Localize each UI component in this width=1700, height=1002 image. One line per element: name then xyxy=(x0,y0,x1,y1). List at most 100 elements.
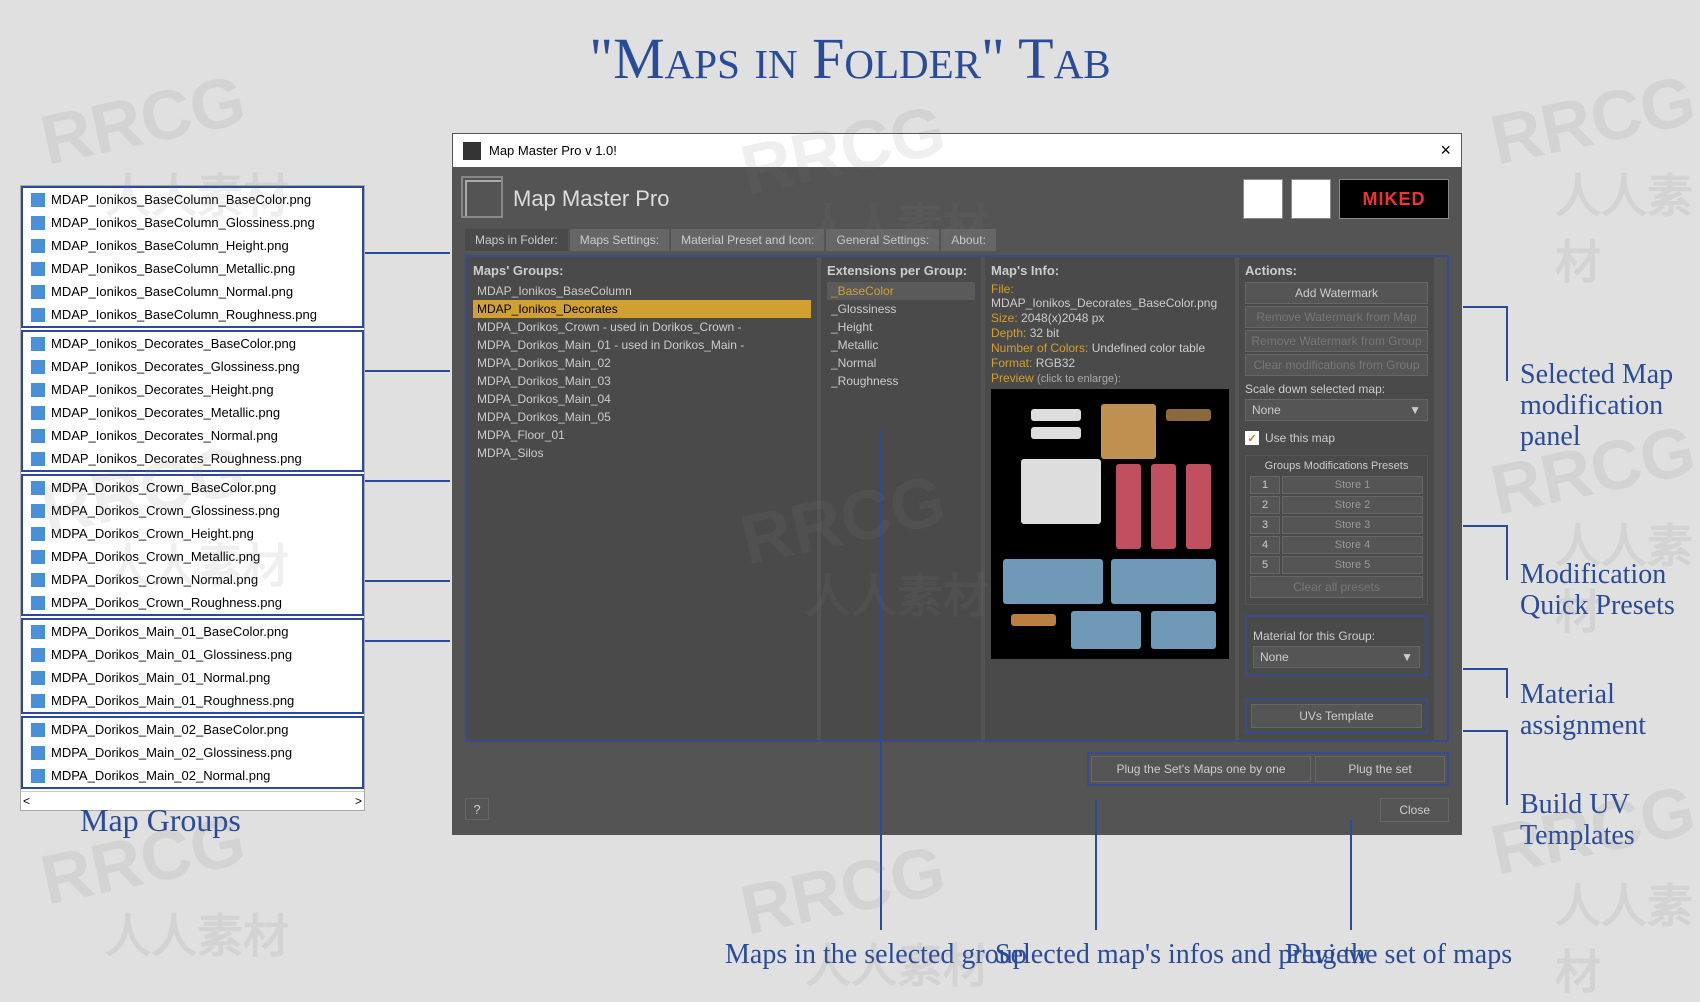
file-item[interactable]: MDPA_Dorikos_Crown_Normal.png xyxy=(23,568,362,591)
extension-item[interactable]: _Metallic xyxy=(827,336,975,354)
file-name: MDAP_Ionikos_Decorates_Glossiness.png xyxy=(51,359,300,374)
use-map-checkbox[interactable]: ✓ xyxy=(1245,431,1259,445)
preset-store-button[interactable]: Store 5 xyxy=(1282,556,1423,574)
extension-item[interactable]: _Roughness xyxy=(827,372,975,390)
file-name: MDPA_Dorikos_Crown_BaseColor.png xyxy=(51,480,276,495)
file-name: MDPA_Dorikos_Main_02_BaseColor.png xyxy=(51,722,289,737)
file-group: MDPA_Dorikos_Main_01_BaseColor.pngMDPA_D… xyxy=(21,618,364,714)
preset-number-button[interactable]: 3 xyxy=(1250,516,1280,534)
close-button[interactable]: Close xyxy=(1380,798,1449,822)
file-name: MDPA_Dorikos_Crown_Height.png xyxy=(51,526,254,541)
file-item[interactable]: MDAP_Ionikos_Decorates_Height.png xyxy=(23,378,362,401)
preset-store-button[interactable]: Store 4 xyxy=(1282,536,1423,554)
remove-watermark-map-button[interactable]: Remove Watermark from Map xyxy=(1245,306,1428,328)
watermark: 人人素材 xyxy=(105,900,289,966)
info-file-value: MDAP_Ionikos_Decorates_BaseColor.png xyxy=(991,296,1217,310)
preset-number-button[interactable]: 1 xyxy=(1250,476,1280,494)
file-item[interactable]: MDAP_Ionikos_BaseColumn_Height.png xyxy=(23,234,362,257)
scroll-left-arrow[interactable]: < xyxy=(23,794,30,808)
file-item[interactable]: MDPA_Dorikos_Crown_BaseColor.png xyxy=(23,476,362,499)
plug-one-by-one-button[interactable]: Plug the Set's Maps one by one xyxy=(1091,756,1311,782)
group-item[interactable]: MDAP_Ionikos_Decorates xyxy=(473,300,811,318)
file-group: MDPA_Dorikos_Crown_BaseColor.png MDPA_Dor… xyxy=(21,474,364,616)
miked-logo[interactable]: MIKED xyxy=(1339,179,1449,219)
remove-watermark-group-button[interactable]: Remove Watermark from Group xyxy=(1245,330,1428,352)
image-file-icon xyxy=(31,337,45,351)
watermark: 人人素材 xyxy=(1555,870,1700,1002)
preset-store-button[interactable]: Store 2 xyxy=(1282,496,1423,514)
annotation-maps-in-group: Maps in the selected group xyxy=(725,940,1027,971)
notes-icon[interactable] xyxy=(1243,179,1283,219)
extension-item[interactable]: _Glossiness xyxy=(827,300,975,318)
file-item[interactable]: MDAP_Ionikos_Decorates_Roughness.png xyxy=(23,447,362,470)
extension-item[interactable]: _BaseColor xyxy=(827,282,975,300)
file-item[interactable]: MDAP_Ionikos_BaseColumn_Metallic.png xyxy=(23,257,362,280)
tab-general-settings[interactable]: General Settings: xyxy=(826,229,939,251)
preset-store-button[interactable]: Store 3 xyxy=(1282,516,1423,534)
app-icon xyxy=(463,142,481,160)
group-item[interactable]: MDPA_Dorikos_Main_03 xyxy=(473,372,811,390)
preview-image[interactable] xyxy=(991,389,1229,659)
group-item[interactable]: MDPA_Dorikos_Main_02 xyxy=(473,354,811,372)
preset-store-button[interactable]: Store 1 xyxy=(1282,476,1423,494)
image-file-icon xyxy=(31,625,45,639)
file-item[interactable]: MDPA_Dorikos_Main_01_Glossiness.png xyxy=(23,643,362,666)
plug-set-button[interactable]: Plug the set xyxy=(1315,756,1445,782)
file-item[interactable]: MDPA_Dorikos_Main_01_Roughness.png xyxy=(23,689,362,712)
help-button[interactable]: ? xyxy=(465,798,489,820)
file-item[interactable]: MDPA_Dorikos_Main_02_BaseColor.png xyxy=(23,718,362,741)
tab-about[interactable]: About: xyxy=(941,229,996,251)
add-watermark-button[interactable]: Add Watermark xyxy=(1245,282,1428,304)
file-item[interactable]: MDPA_Dorikos_Main_01_BaseColor.png xyxy=(23,620,362,643)
scroll-right-arrow[interactable]: > xyxy=(355,794,362,808)
file-item[interactable]: MDAP_Ionikos_BaseColumn_Roughness.png xyxy=(23,303,362,326)
close-icon[interactable]: × xyxy=(1440,140,1451,161)
file-item[interactable]: MDPA_Dorikos_Crown_Height.png xyxy=(23,522,362,545)
file-item[interactable]: MDPA_Dorikos_Main_02_Glossiness.png xyxy=(23,741,362,764)
file-item[interactable]: MDPA_Dorikos_Main_02_Normal.png xyxy=(23,764,362,787)
group-item[interactable]: MDPA_Floor_01 xyxy=(473,426,811,444)
clapper-icon[interactable] xyxy=(1291,179,1331,219)
file-item[interactable]: MDPA_Dorikos_Crown_Roughness.png xyxy=(23,591,362,614)
group-item[interactable]: MDPA_Dorikos_Main_01 - used in Dorikos_M… xyxy=(473,336,811,354)
file-item[interactable]: MDAP_Ionikos_BaseColumn_Glossiness.png xyxy=(23,211,362,234)
clear-modifications-button[interactable]: Clear modifications from Group xyxy=(1245,354,1428,376)
scale-label: Scale down selected map: xyxy=(1245,382,1428,396)
preset-row: 5Store 5 xyxy=(1250,556,1423,574)
file-item[interactable]: MDAP_Ionikos_BaseColumn_Normal.png xyxy=(23,280,362,303)
tab-maps-in-folder[interactable]: Maps in Folder: xyxy=(465,229,568,251)
group-item[interactable]: MDPA_Dorikos_Main_04 xyxy=(473,390,811,408)
file-item[interactable]: MDAP_Ionikos_Decorates_Metallic.png xyxy=(23,401,362,424)
group-item[interactable]: MDPA_Dorikos_Crown - used in Dorikos_Cro… xyxy=(473,318,811,336)
extension-item[interactable]: _Normal xyxy=(827,354,975,372)
arrow-line xyxy=(365,640,450,642)
image-file-icon xyxy=(31,573,45,587)
ext-header: Extensions per Group: xyxy=(827,263,975,278)
group-item[interactable]: MDAP_Ionikos_BaseColumn xyxy=(473,282,811,300)
image-file-icon xyxy=(31,694,45,708)
extension-item[interactable]: _Height xyxy=(827,318,975,336)
tab-maps-settings[interactable]: Maps Settings: xyxy=(570,229,669,251)
groups-header: Maps' Groups: xyxy=(473,263,811,278)
preset-number-button[interactable]: 2 xyxy=(1250,496,1280,514)
file-item[interactable]: MDPA_Dorikos_Crown_Metallic.png xyxy=(23,545,362,568)
file-name: MDAP_Ionikos_BaseColumn_Metallic.png xyxy=(51,261,295,276)
group-item[interactable]: MDPA_Silos xyxy=(473,444,811,462)
file-item[interactable]: MDAP_Ionikos_Decorates_BaseColor.png xyxy=(23,332,362,355)
preset-number-button[interactable]: 5 xyxy=(1250,556,1280,574)
file-item[interactable]: MDAP_Ionikos_Decorates_Glossiness.png xyxy=(23,355,362,378)
arrow-line xyxy=(880,430,882,930)
panel-groups: Maps' Groups: MDAP_Ionikos_BaseColumnMDA… xyxy=(467,257,817,740)
scale-dropdown[interactable]: None ▼ xyxy=(1245,399,1428,421)
file-item[interactable]: MDPA_Dorikos_Crown_Glossiness.png xyxy=(23,499,362,522)
file-item[interactable]: MDPA_Dorikos_Main_01_Normal.png xyxy=(23,666,362,689)
tab-material-preset[interactable]: Material Preset and Icon: xyxy=(671,229,824,251)
file-item[interactable]: MDAP_Ionikos_BaseColumn_BaseColor.png xyxy=(23,188,362,211)
file-item[interactable]: MDAP_Ionikos_Decorates_Normal.png xyxy=(23,424,362,447)
clear-presets-button[interactable]: Clear all presets xyxy=(1250,576,1423,598)
group-item[interactable]: MDPA_Dorikos_Main_05 xyxy=(473,408,811,426)
material-dropdown[interactable]: None ▼ xyxy=(1253,646,1420,668)
uv-template-button[interactable]: UVs Template xyxy=(1251,704,1422,728)
material-dropdown-value: None xyxy=(1260,650,1289,664)
preset-number-button[interactable]: 4 xyxy=(1250,536,1280,554)
